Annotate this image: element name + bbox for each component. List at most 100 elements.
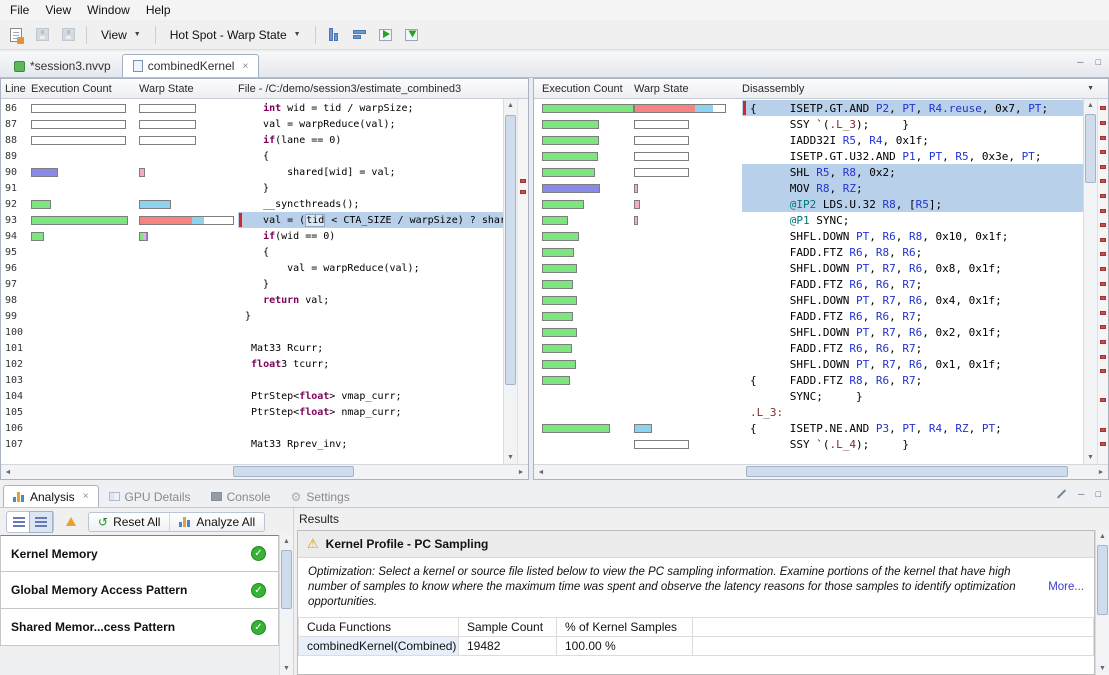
view-menu-caret-icon[interactable]: ▼ xyxy=(1087,85,1094,92)
scroll-right-icon[interactable]: ► xyxy=(1094,465,1108,479)
menu-help[interactable]: Help xyxy=(138,1,179,19)
table-row[interactable]: combinedKernel(Combined)19482100.00 % xyxy=(299,637,1094,656)
row-view-button[interactable] xyxy=(348,24,372,46)
scrollbar-thumb[interactable] xyxy=(233,466,354,477)
analysis-list-scrollbar[interactable]: ▲ ▼ xyxy=(279,535,293,675)
disassembly-row[interactable]: FADD.FTZ R6, R6, R7; xyxy=(534,340,1083,356)
tab-analysis[interactable]: Analysis× xyxy=(3,485,99,507)
disassembly-row[interactable]: SHFL.DOWN PT, R7, R6, 0x8, 0x1f; xyxy=(534,260,1083,276)
disassembly-row[interactable]: { FADD.FTZ R8, R6, R7; xyxy=(534,372,1083,388)
analysis-item[interactable]: Global Memory Access Pattern✓ xyxy=(0,572,279,609)
minimize-icon[interactable]: ─ xyxy=(1077,57,1083,67)
source-row[interactable]: 89 { xyxy=(1,148,503,164)
scrollbar-thumb[interactable] xyxy=(281,550,292,609)
analysis-item[interactable]: Shared Memor...cess Pattern✓ xyxy=(0,609,279,646)
results-scrollbar[interactable]: ▲ ▼ xyxy=(1095,530,1109,675)
save-all-button[interactable] xyxy=(56,24,80,46)
scrollbar-thumb[interactable] xyxy=(1085,114,1096,183)
scroll-up-icon[interactable]: ▲ xyxy=(280,535,293,548)
close-icon[interactable]: × xyxy=(83,491,89,502)
source-row[interactable]: 97 } xyxy=(1,276,503,292)
disassembly-row[interactable]: { ISETP.GT.AND P2, PT, R4.reuse, 0x7, PT… xyxy=(534,100,1083,116)
back-button[interactable] xyxy=(60,512,82,532)
maximize-icon[interactable]: □ xyxy=(1096,57,1101,67)
close-icon[interactable]: × xyxy=(242,61,248,72)
maximize-icon[interactable]: □ xyxy=(1096,489,1101,499)
source-row[interactable]: 99} xyxy=(1,308,503,324)
reset-all-button[interactable]: ↺ Reset All xyxy=(89,513,169,531)
disassembly-row[interactable]: FADD.FTZ R6, R6, R7; xyxy=(534,308,1083,324)
source-row[interactable]: 95 { xyxy=(1,244,503,260)
source-row[interactable]: 102 float3 tcurr; xyxy=(1,356,503,372)
hotspot-dropdown[interactable]: Hot Spot - Warp State ▼ xyxy=(162,26,309,44)
source-row[interactable]: 88 if(lane == 0) xyxy=(1,132,503,148)
guided-view-button[interactable] xyxy=(30,512,52,532)
tab-settings[interactable]: ⚙Settings xyxy=(281,485,360,507)
source-row[interactable]: 87 val = warpReduce(val); xyxy=(1,116,503,132)
new-session-button[interactable] xyxy=(4,24,28,46)
source-row[interactable]: 86 int wid = tid / warpSize; xyxy=(1,100,503,116)
menu-file[interactable]: File xyxy=(2,1,37,19)
scroll-up-icon[interactable]: ▲ xyxy=(1084,99,1097,112)
source-row[interactable]: 96 val = warpReduce(val); xyxy=(1,260,503,276)
disassembly-horizontal-scrollbar[interactable]: ◄ ► xyxy=(534,464,1108,479)
source-vertical-scrollbar[interactable]: ▲ ▼ xyxy=(503,99,517,464)
disassembly-row[interactable]: @P1 SYNC; xyxy=(534,212,1083,228)
scroll-down-icon[interactable]: ▼ xyxy=(504,451,517,464)
scroll-down-icon[interactable]: ▼ xyxy=(280,662,293,675)
disassembly-row[interactable]: SSY `(.L_3); } xyxy=(534,116,1083,132)
scroll-up-icon[interactable]: ▲ xyxy=(504,99,517,112)
source-horizontal-scrollbar[interactable]: ◄ ► xyxy=(1,464,528,479)
source-row[interactable]: 105 PtrStep<float> nmap_curr; xyxy=(1,404,503,420)
more-link[interactable]: More... xyxy=(1048,580,1084,595)
source-row[interactable]: 92 __syncthreads(); xyxy=(1,196,503,212)
source-row[interactable]: 94 if(wid == 0) xyxy=(1,228,503,244)
analyze-all-button[interactable]: Analyze All xyxy=(169,513,264,531)
tab-gpu-details[interactable]: GPU Details xyxy=(99,485,201,507)
view-dropdown[interactable]: View ▼ xyxy=(93,26,149,44)
disassembly-row[interactable]: SSY `(.L_4); } xyxy=(534,436,1083,452)
next-hotspot-button[interactable] xyxy=(374,24,398,46)
scroll-right-icon[interactable]: ► xyxy=(514,465,528,479)
tab-console[interactable]: Console xyxy=(201,485,281,507)
menu-view[interactable]: View xyxy=(37,1,79,19)
disassembly-row[interactable]: FADD.FTZ R6, R6, R7; xyxy=(534,276,1083,292)
minimize-icon[interactable]: ─ xyxy=(1078,489,1084,499)
disassembly-row[interactable]: @IP2 LDS.U.32 R8, [R5]; xyxy=(534,196,1083,212)
source-row[interactable]: 104 PtrStep<float> vmap_curr; xyxy=(1,388,503,404)
source-row[interactable]: 98 return val; xyxy=(1,292,503,308)
disassembly-row[interactable]: SHFL.DOWN PT, R7, R6, 0x1, 0x1f; xyxy=(534,356,1083,372)
source-row[interactable]: 91 } xyxy=(1,180,503,196)
editor-tab[interactable]: *session3.nvvp xyxy=(3,54,122,77)
disassembly-row[interactable]: .L_3: xyxy=(534,404,1083,420)
column-view-button[interactable] xyxy=(322,24,346,46)
disassembly-row[interactable]: SHL R5, R8, 0x2; xyxy=(534,164,1083,180)
disassembly-row[interactable]: ISETP.GT.U32.AND P1, PT, R5, 0x3e, PT; xyxy=(534,148,1083,164)
scrollbar-thumb[interactable] xyxy=(505,115,516,385)
scrollbar-thumb[interactable] xyxy=(1097,545,1108,615)
source-row[interactable]: 103 xyxy=(1,372,503,388)
disassembly-row[interactable]: MOV R8, RZ; xyxy=(534,180,1083,196)
source-row[interactable]: 100 xyxy=(1,324,503,340)
unguided-view-button[interactable] xyxy=(8,512,30,532)
source-row[interactable]: 101 Mat33 Rcurr; xyxy=(1,340,503,356)
source-row[interactable]: 90 shared[wid] = val; xyxy=(1,164,503,180)
prev-hotspot-button[interactable] xyxy=(400,24,424,46)
disassembly-row[interactable]: SYNC; } xyxy=(534,388,1083,404)
scroll-down-icon[interactable]: ▼ xyxy=(1096,662,1109,675)
scroll-left-icon[interactable]: ◄ xyxy=(534,465,548,479)
view-menu-icon[interactable] xyxy=(1057,489,1066,498)
editor-tab[interactable]: combinedKernel× xyxy=(122,54,260,77)
disassembly-row[interactable]: SHFL.DOWN PT, R7, R6, 0x4, 0x1f; xyxy=(534,292,1083,308)
disassembly-row[interactable]: IADD32I R5, R4, 0x1f; xyxy=(534,132,1083,148)
source-row[interactable]: 107 Mat33 Rprev_inv; xyxy=(1,436,503,452)
disassembly-row[interactable]: SHFL.DOWN PT, R6, R8, 0x10, 0x1f; xyxy=(534,228,1083,244)
source-row[interactable]: 106 xyxy=(1,420,503,436)
save-button[interactable] xyxy=(30,24,54,46)
menu-window[interactable]: Window xyxy=(79,1,138,19)
scroll-up-icon[interactable]: ▲ xyxy=(1096,530,1109,543)
analysis-item[interactable]: Kernel Memory✓ xyxy=(0,535,279,572)
disassembly-row[interactable]: FADD.FTZ R6, R8, R6; xyxy=(534,244,1083,260)
disassembly-vertical-scrollbar[interactable]: ▲ ▼ xyxy=(1083,99,1097,464)
scroll-down-icon[interactable]: ▼ xyxy=(1084,451,1097,464)
